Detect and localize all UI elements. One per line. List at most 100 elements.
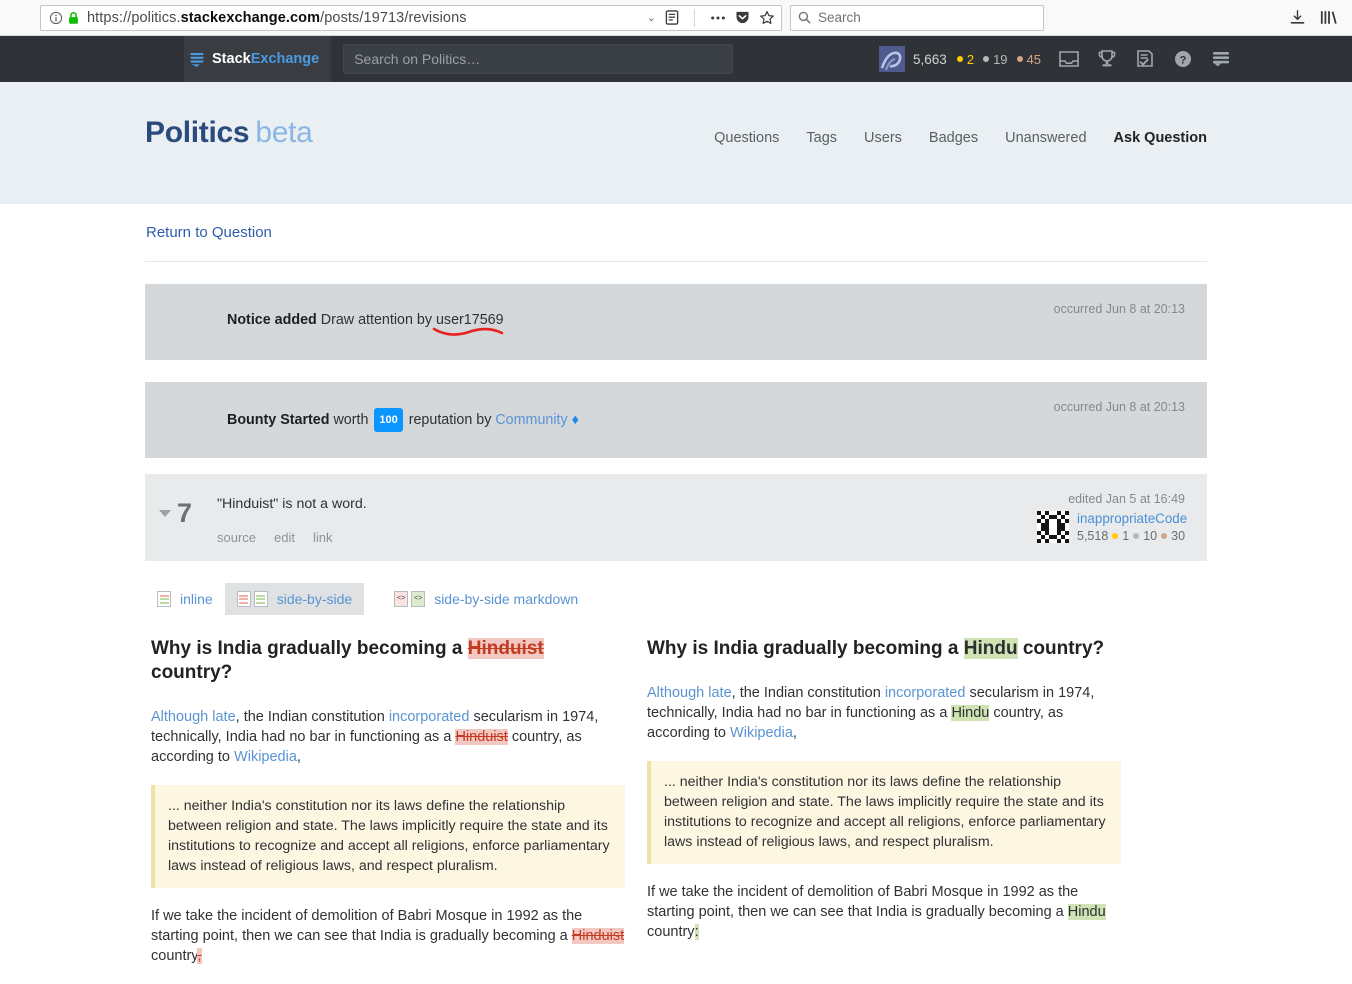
divider (145, 261, 1207, 262)
revision-edited-timestamp: edited Jan 5 at 16:49 (1068, 492, 1185, 506)
logo-text-stack: Stack (212, 51, 251, 67)
nav-unanswered[interactable]: Unanswered (1005, 130, 1086, 146)
revision-timestamp: occurred Jun 8 at 20:13 (1053, 302, 1185, 316)
silver-dot-icon (983, 56, 990, 62)
nav-badges[interactable]: Badges (929, 130, 978, 146)
stackexchange-topbar: StackExchange Search on Politics… 5,663 … (0, 36, 1352, 82)
page-actions-icon[interactable] (710, 15, 726, 21)
user-reputation-row: 5,518 1 10 30 (1077, 529, 1186, 543)
diff-paragraph-1-left: Although late, the Indian constitution i… (151, 709, 599, 765)
link-incorporated[interactable]: incorporated (885, 685, 966, 701)
svg-text:?: ? (1180, 54, 1187, 66)
revision-action-links: source edit link (217, 530, 955, 545)
padlock-icon[interactable] (65, 10, 81, 26)
bronze-badge-count[interactable]: 45 (1016, 52, 1041, 67)
inserted-text: Hindu (963, 638, 1018, 659)
chevron-down-icon[interactable]: ⌄ (647, 11, 656, 24)
inserted-text: Hindu (1067, 904, 1106, 920)
nav-ask-question[interactable]: Ask Question (1114, 130, 1207, 146)
revision-entry-current[interactable]: 7 "Hinduist" is not a word. source edit … (145, 474, 1207, 561)
nav-users[interactable]: Users (864, 130, 902, 146)
return-to-question-link[interactable]: Return to Question (146, 224, 272, 241)
user-card[interactable]: inappropriateCode 5,518 1 10 30 (1037, 511, 1187, 543)
bounty-user-link[interactable]: Community (495, 412, 567, 428)
diff-pane-right: Why is India gradually becoming a Hindu … (641, 637, 1121, 984)
link-although-late[interactable]: Although late (151, 709, 236, 725)
tab-side-by-side-markdown-label: side-by-side markdown (434, 591, 579, 607)
single-document-icon (157, 591, 171, 607)
diff-view-tabs: inline side-by-side <> <> side-by-side m… (145, 583, 1207, 615)
revision-timestamp: occurred Jun 8 at 20:13 (1053, 400, 1185, 414)
nav-questions[interactable]: Questions (714, 130, 779, 146)
revision-number: 7 (177, 498, 193, 528)
revisions-page: Return to Question occurred Jun 8 at 20:… (145, 204, 1207, 984)
revision-link-edit[interactable]: edit (274, 530, 295, 545)
tab-side-by-side-label: side-by-side (276, 591, 353, 607)
deleted-text: , (197, 948, 202, 964)
info-icon[interactable] (47, 9, 65, 27)
inserted-text: Hindu (951, 705, 990, 721)
notice-user-link[interactable]: user17569 (436, 312, 504, 328)
browser-search-bar[interactable]: Search (790, 4, 1044, 31)
diff-blockquote-right: ... neither India's constitution nor its… (647, 761, 1121, 864)
revision-action-title: Bounty Started (227, 412, 330, 428)
two-code-documents-icon: <> <> (394, 591, 426, 607)
bookmark-star-icon[interactable] (759, 10, 775, 26)
silver-badge-count[interactable]: 19 (983, 52, 1008, 67)
inbox-icon[interactable] (1050, 36, 1088, 82)
diff-paragraph-2-left: If we take the incident of demolition of… (151, 908, 625, 964)
link-incorporated[interactable]: incorporated (389, 709, 470, 725)
gold-dot-icon (1112, 533, 1119, 539)
library-icon[interactable] (1320, 9, 1338, 26)
reputation-count[interactable]: 5,663 (913, 52, 947, 67)
bronze-dot-icon (1161, 533, 1168, 539)
toolbar-divider (694, 8, 695, 27)
search-icon (798, 11, 811, 24)
site-header: Politics beta Questions Tags Users Badges… (0, 82, 1352, 204)
revision-number-group[interactable]: 7 (159, 490, 217, 527)
browser-search-placeholder: Search (818, 10, 861, 25)
reader-view-icon[interactable] (665, 10, 679, 25)
revision-link-link[interactable]: link (313, 530, 333, 545)
revision-entry-bounty[interactable]: occurred Jun 8 at 20:13 Bounty Started w… (145, 382, 1207, 458)
review-icon[interactable] (1126, 36, 1164, 82)
deleted-text: Hinduist (467, 638, 544, 659)
revision-summary: Notice added Draw attention by user17569 (227, 310, 1185, 336)
site-logo[interactable]: Politics beta (145, 116, 313, 150)
nav-tags[interactable]: Tags (806, 130, 837, 146)
avatar[interactable] (879, 46, 906, 72)
user-identicon-avatar[interactable] (1037, 511, 1069, 543)
url-text: https://politics.stackexchange.com/posts… (87, 9, 467, 26)
site-switcher-icon[interactable] (1202, 36, 1240, 82)
help-icon[interactable]: ? (1164, 36, 1202, 82)
trophy-icon[interactable] (1088, 36, 1126, 82)
tab-inline[interactable]: inline (145, 583, 225, 615)
moderator-diamond-icon: ♦ (571, 412, 579, 428)
downloads-icon[interactable] (1289, 9, 1306, 26)
deleted-text: Hinduist (455, 729, 508, 745)
collapse-triangle-icon[interactable] (159, 510, 171, 517)
revision-entry-notice[interactable]: occurred Jun 8 at 20:13 Notice added Dra… (145, 284, 1207, 360)
stack-logo-icon (190, 52, 204, 67)
gold-badge-count[interactable]: 2 (956, 52, 974, 67)
inserted-text: : (694, 924, 699, 940)
link-wikipedia[interactable]: Wikipedia (234, 749, 297, 765)
site-search-input[interactable]: Search on Politics… (343, 44, 734, 74)
silver-dot-icon (1133, 533, 1140, 539)
diff-title-right: Why is India gradually becoming a Hindu … (647, 638, 1105, 659)
user-reputation: 5,518 (1077, 529, 1109, 543)
revision-link-source[interactable]: source (217, 530, 256, 545)
revision-summary: Bounty Started worth 100 reputation by C… (227, 408, 1185, 432)
stackexchange-logo[interactable]: StackExchange (184, 36, 332, 82)
pocket-icon[interactable] (735, 10, 750, 25)
diff-pane-left: Why is India gradually becoming a Hindui… (145, 637, 625, 984)
tab-side-by-side[interactable]: side-by-side (224, 583, 365, 615)
link-although-late[interactable]: Although late (647, 685, 732, 701)
link-wikipedia[interactable]: Wikipedia (730, 725, 793, 741)
tab-side-by-side-markdown[interactable]: <> <> side-by-side markdown (382, 583, 590, 615)
user-name-link[interactable]: inappropriateCode (1077, 511, 1187, 526)
diff-title-left: Why is India gradually becoming a Hindui… (151, 638, 544, 683)
address-bar[interactable]: https://politics.stackexchange.com/posts… (40, 4, 782, 31)
revision-action-title: Notice added (227, 312, 317, 328)
site-navigation: Questions Tags Users Badges Unanswered A… (714, 130, 1207, 146)
